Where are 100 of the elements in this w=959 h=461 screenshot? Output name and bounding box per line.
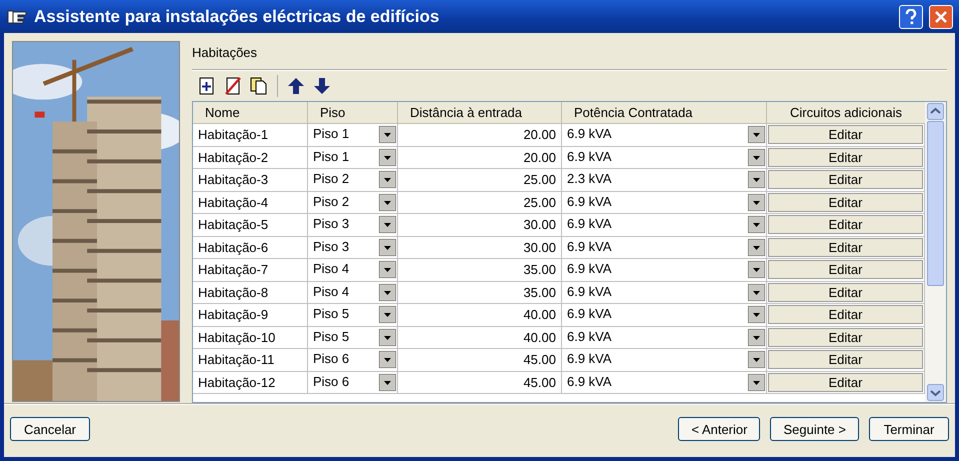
floor-dropdown[interactable]: Piso 1 — [308, 146, 398, 168]
edit-button[interactable]: Editar — [768, 282, 923, 302]
floor-dropdown[interactable]: Piso 4 — [308, 259, 398, 280]
edit-button[interactable]: Editar — [768, 192, 923, 212]
table-cell: 25.00 — [398, 169, 562, 190]
floor-dropdown[interactable]: Piso 5 — [308, 304, 398, 326]
floor-dropdown[interactable]: Piso 3 — [308, 236, 398, 258]
cancel-button[interactable]: Cancelar — [10, 417, 90, 441]
power-dropdown[interactable]: 6.9 kVA — [562, 124, 767, 146]
floor-dropdown[interactable]: Piso 4 — [308, 282, 398, 303]
floor-dropdown[interactable]: Piso 3 — [308, 214, 398, 236]
power-dropdown[interactable]: 6.9 kVA — [562, 259, 767, 280]
dropdown-arrow-icon — [748, 171, 765, 188]
new-document-icon — [198, 77, 216, 95]
edit-button[interactable]: Editar — [768, 170, 923, 189]
dropdown-arrow-icon — [379, 216, 396, 233]
arrow-up-icon — [287, 77, 305, 95]
dropdown-arrow-icon — [379, 351, 396, 368]
column-header: Potência Contratada — [562, 102, 767, 123]
power-dropdown[interactable]: 6.9 kVA — [562, 282, 767, 303]
copy-icon — [250, 77, 268, 95]
close-button[interactable] — [929, 4, 953, 28]
dropdown-arrow-icon — [748, 216, 765, 233]
table-cell: Habitação-12 — [193, 372, 308, 393]
table-cell: Habitação-8 — [193, 282, 308, 303]
table-cell: 40.00 — [398, 304, 562, 326]
scrollbar[interactable] — [925, 102, 946, 402]
question-mark-icon — [904, 8, 918, 24]
power-dropdown[interactable]: 6.9 kVA — [562, 214, 767, 236]
power-dropdown[interactable]: 6.9 kVA — [562, 192, 767, 213]
table-cell: Habitação-10 — [193, 326, 308, 348]
dropdown-arrow-icon — [748, 238, 765, 256]
table-cell: 35.00 — [398, 259, 562, 280]
power-dropdown[interactable]: 6.9 kVA — [562, 304, 767, 326]
dropdown-arrow-icon — [379, 238, 396, 256]
power-dropdown[interactable]: 6.9 kVA — [562, 326, 767, 348]
delete-button[interactable] — [222, 75, 244, 97]
column-header: Piso — [308, 102, 398, 123]
arrow-down-icon — [313, 77, 331, 95]
dropdown-arrow-icon — [379, 171, 396, 188]
help-button[interactable] — [899, 4, 923, 28]
dropdown-arrow-icon — [748, 261, 765, 278]
power-dropdown[interactable]: 6.9 kVA — [562, 146, 767, 168]
dropdown-arrow-icon — [379, 194, 396, 210]
floor-dropdown[interactable]: Piso 2 — [308, 169, 398, 190]
dropdown-arrow-icon — [748, 126, 765, 143]
edit-button[interactable]: Editar — [768, 328, 923, 346]
power-dropdown[interactable]: 6.9 kVA — [562, 236, 767, 258]
column-header: Distância à entrada — [398, 102, 562, 123]
edit-button[interactable]: Editar — [768, 215, 923, 234]
dropdown-arrow-icon — [748, 374, 765, 390]
table-cell: 25.00 — [398, 192, 562, 213]
table-cell: 30.00 — [398, 214, 562, 236]
wizard-button[interactable]: Seguinte > — [770, 417, 859, 441]
table-cell: Habitação-6 — [193, 236, 308, 258]
edit-button[interactable]: Editar — [768, 305, 923, 324]
table-cell: Habitação-7 — [193, 259, 308, 280]
dropdown-arrow-icon — [379, 148, 396, 166]
dropdown-arrow-icon — [379, 328, 396, 346]
edit-button[interactable]: Editar — [768, 372, 923, 392]
table-cell: Habitação-11 — [193, 349, 308, 370]
scroll-up-icon — [927, 103, 944, 120]
dropdown-arrow-icon — [379, 261, 396, 278]
edit-button[interactable]: Editar — [768, 238, 923, 256]
table-cell: Habitação-3 — [193, 169, 308, 190]
table-cell: 45.00 — [398, 349, 562, 370]
column-header: Nome — [193, 102, 308, 123]
edit-button[interactable]: Editar — [768, 148, 923, 166]
edit-button[interactable]: Editar — [768, 350, 923, 369]
dropdown-arrow-icon — [748, 306, 765, 323]
table-cell: Habitação-5 — [193, 214, 308, 236]
power-dropdown[interactable]: 2.3 kVA — [562, 169, 767, 190]
table-cell: 20.00 — [398, 146, 562, 168]
floor-dropdown[interactable]: Piso 1 — [308, 124, 398, 146]
dropdown-arrow-icon — [748, 194, 765, 210]
power-dropdown[interactable]: 6.9 kVA — [562, 372, 767, 393]
dropdown-arrow-icon — [748, 328, 765, 346]
wizard-button[interactable]: Terminar — [869, 417, 949, 441]
floor-dropdown[interactable]: Piso 6 — [308, 349, 398, 370]
floor-dropdown[interactable]: Piso 6 — [308, 372, 398, 393]
table-cell: Habitação-2 — [193, 146, 308, 168]
wizard-button[interactable]: < Anterior — [678, 417, 760, 441]
power-dropdown[interactable]: 6.9 kVA — [562, 349, 767, 370]
edit-button[interactable]: Editar — [768, 260, 923, 279]
column-header: Circuitos adicionais — [789, 104, 903, 122]
table-cell: Habitação-4 — [193, 192, 308, 213]
dropdown-arrow-icon — [379, 126, 396, 143]
table-cell: Habitação-1 — [193, 124, 308, 146]
floor-dropdown[interactable]: Piso 2 — [308, 192, 398, 213]
table-cell: 45.00 — [398, 372, 562, 393]
dropdown-arrow-icon — [748, 351, 765, 368]
section-title: Habitações — [192, 44, 258, 62]
table-cell: 40.00 — [398, 326, 562, 348]
edit-button[interactable]: Editar — [768, 125, 923, 144]
scroll-down-icon — [927, 384, 944, 401]
table-cell: 35.00 — [398, 282, 562, 303]
scroll-thumb[interactable] — [927, 121, 944, 286]
close-icon — [934, 10, 948, 24]
dropdown-arrow-icon — [748, 284, 765, 300]
floor-dropdown[interactable]: Piso 5 — [308, 326, 398, 348]
